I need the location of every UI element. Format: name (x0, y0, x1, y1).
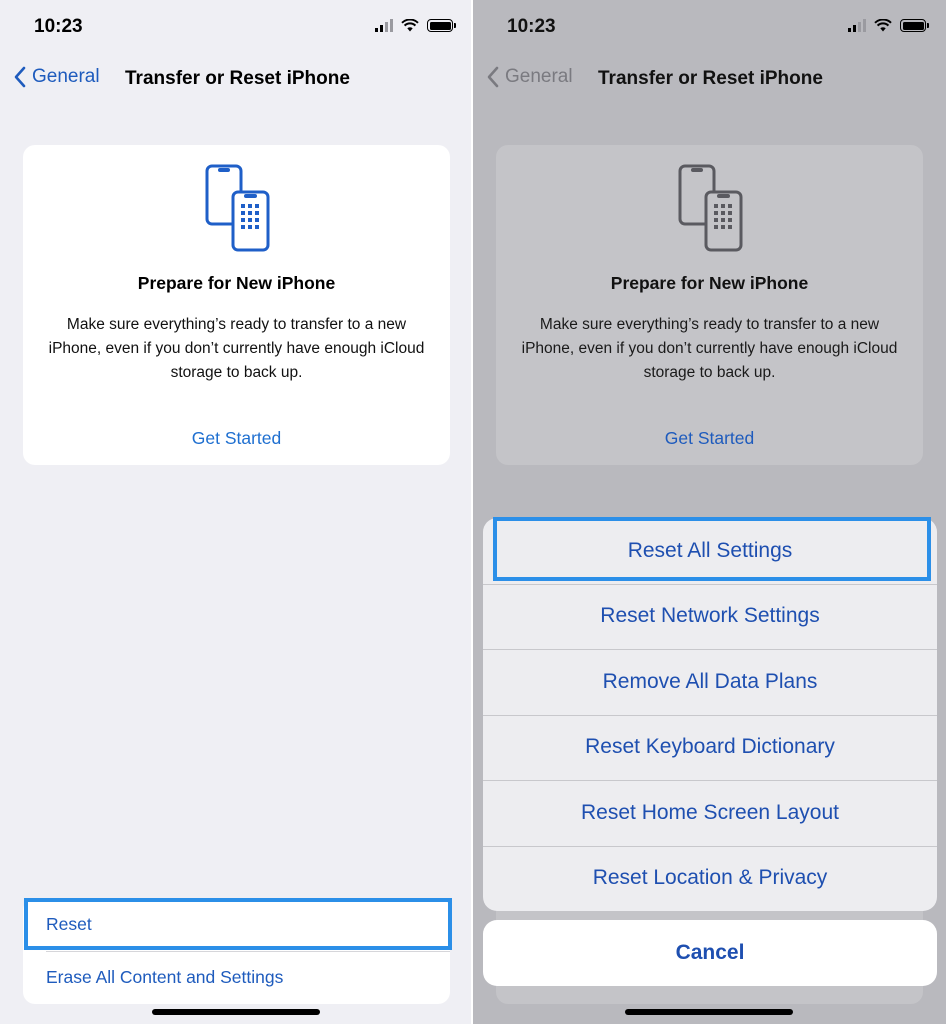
reset-network-settings-button[interactable]: Reset Network Settings (483, 583, 937, 650)
status-time: 10:23 (507, 16, 556, 37)
wifi-icon (874, 19, 892, 32)
right-screen: 10:23 General Transfer or Reset iPhone P… (473, 0, 946, 1024)
status-icons (375, 19, 456, 32)
get-started-link[interactable]: Get Started (23, 428, 450, 449)
back-label: General (505, 66, 573, 87)
reset-home-screen-layout-button[interactable]: Reset Home Screen Layout (483, 780, 937, 846)
status-time: 10:23 (34, 16, 83, 37)
page-title: Transfer or Reset iPhone (598, 68, 823, 89)
card-description: Make sure everything’s ready to transfer… (48, 316, 425, 381)
card-description: Make sure everything’s ready to transfer… (521, 316, 898, 381)
home-indicator (152, 1009, 320, 1015)
status-icons (848, 19, 929, 32)
list-item-erase-all[interactable]: Erase All Content and Settings (23, 951, 450, 1004)
card-title: Prepare for New iPhone (137, 273, 336, 293)
wifi-icon (401, 19, 419, 32)
reset-location-privacy-button[interactable]: Reset Location & Privacy (483, 845, 937, 912)
reset-keyboard-dictionary-button[interactable]: Reset Keyboard Dictionary (483, 714, 937, 781)
highlight-box (493, 517, 931, 581)
prepare-card: Prepare for New iPhone Make sure everyth… (496, 145, 923, 465)
chevron-left-icon (487, 66, 499, 88)
remove-all-data-plans-button[interactable]: Remove All Data Plans (483, 649, 937, 715)
home-indicator (625, 1009, 793, 1015)
back-button[interactable]: General (487, 66, 573, 88)
highlight-box (24, 898, 452, 950)
left-screen: 10:23 General Transfer or Reset iPhone P… (0, 0, 473, 1024)
battery-icon (427, 19, 456, 32)
card-title: Prepare for New iPhone (610, 273, 809, 293)
cellular-signal-icon (848, 19, 866, 32)
transfer-phones-icon (205, 164, 270, 252)
prepare-card: Prepare for New iPhone Make sure everyth… (23, 145, 450, 465)
back-button[interactable]: General (14, 66, 100, 88)
get-started-link[interactable]: Get Started (496, 428, 923, 449)
cellular-signal-icon (375, 19, 393, 32)
back-label: General (32, 66, 100, 87)
page-title: Transfer or Reset iPhone (125, 68, 350, 89)
cancel-button[interactable]: Cancel (483, 920, 937, 986)
transfer-phones-icon (678, 164, 743, 252)
battery-icon (900, 19, 929, 32)
chevron-left-icon (14, 66, 26, 88)
